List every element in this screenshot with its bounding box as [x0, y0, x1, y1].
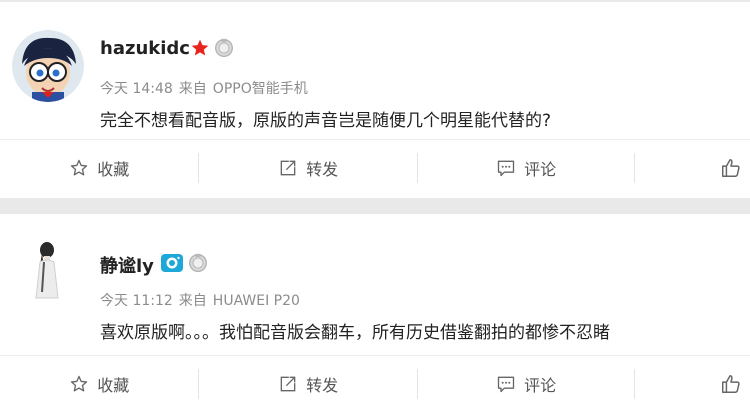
username[interactable]: 静谧ly	[100, 252, 154, 278]
thumbs-up-icon	[722, 375, 740, 393]
comment-icon	[497, 376, 515, 393]
source-prefix: 来自	[178, 81, 207, 97]
post-card: 静谧ly 今天 11:12 来自 HUAWEI P20 喜欢原版啊。。。我怕配音版会…	[0, 214, 750, 412]
post-text: 完全不想看配音版，原版的声音岂是随便几个明星能代替的?	[100, 111, 552, 131]
username[interactable]: hazukidc	[100, 38, 190, 59]
comment-label: 评论	[524, 160, 557, 179]
post-text: 喜欢原版啊。。。我怕配音版会翻车，所有历史借鉴翻拍的都惨不忍睹	[100, 323, 610, 343]
comment-icon	[497, 160, 515, 177]
comment-button[interactable]: 评论	[418, 368, 634, 400]
thumbs-up-icon	[722, 159, 740, 177]
avatar[interactable]	[12, 30, 84, 102]
action-bar: 收藏 转发 评论	[0, 139, 750, 196]
repost-icon	[280, 376, 296, 392]
repost-button[interactable]: 转发	[199, 152, 416, 184]
source-prefix: 来自	[178, 293, 207, 309]
repost-icon	[280, 160, 296, 176]
star-icon[interactable]	[190, 38, 210, 58]
comment-label: 评论	[524, 376, 557, 395]
post-source[interactable]: HUAWEI P20	[213, 293, 300, 309]
repost-label: 转发	[306, 160, 339, 179]
camera-icon[interactable]	[160, 252, 184, 274]
repost-label: 转发	[306, 376, 339, 395]
post-card: hazukidc 今天 14:48 来自 OPPO智能手机 完全不想看配音版，原版的…	[0, 2, 750, 198]
favorite-button[interactable]: 收藏	[0, 368, 198, 400]
repost-button[interactable]: 转发	[199, 368, 416, 400]
favorite-label: 收藏	[97, 376, 130, 395]
star-outline-icon	[71, 375, 88, 392]
like-button[interactable]	[635, 368, 750, 400]
favorite-button[interactable]: 收藏	[0, 152, 198, 184]
medal-icon[interactable]	[188, 253, 208, 273]
badge-group	[190, 38, 234, 58]
badge-group	[160, 252, 208, 274]
post-time: 今天 11:12	[100, 293, 173, 309]
post-time: 今天 14:48	[100, 81, 173, 97]
action-bar: 收藏 转发 评论	[0, 355, 750, 412]
post-meta: 今天 14:48 来自 OPPO智能手机	[100, 78, 314, 98]
star-outline-icon	[71, 159, 88, 176]
post-meta: 今天 11:12 来自 HUAWEI P20	[100, 290, 306, 310]
favorite-label: 收藏	[97, 160, 130, 179]
medal-icon[interactable]	[214, 38, 234, 58]
avatar[interactable]	[14, 236, 80, 302]
like-button[interactable]	[635, 152, 750, 184]
comment-button[interactable]: 评论	[418, 152, 634, 184]
post-source[interactable]: OPPO智能手机	[213, 81, 308, 97]
